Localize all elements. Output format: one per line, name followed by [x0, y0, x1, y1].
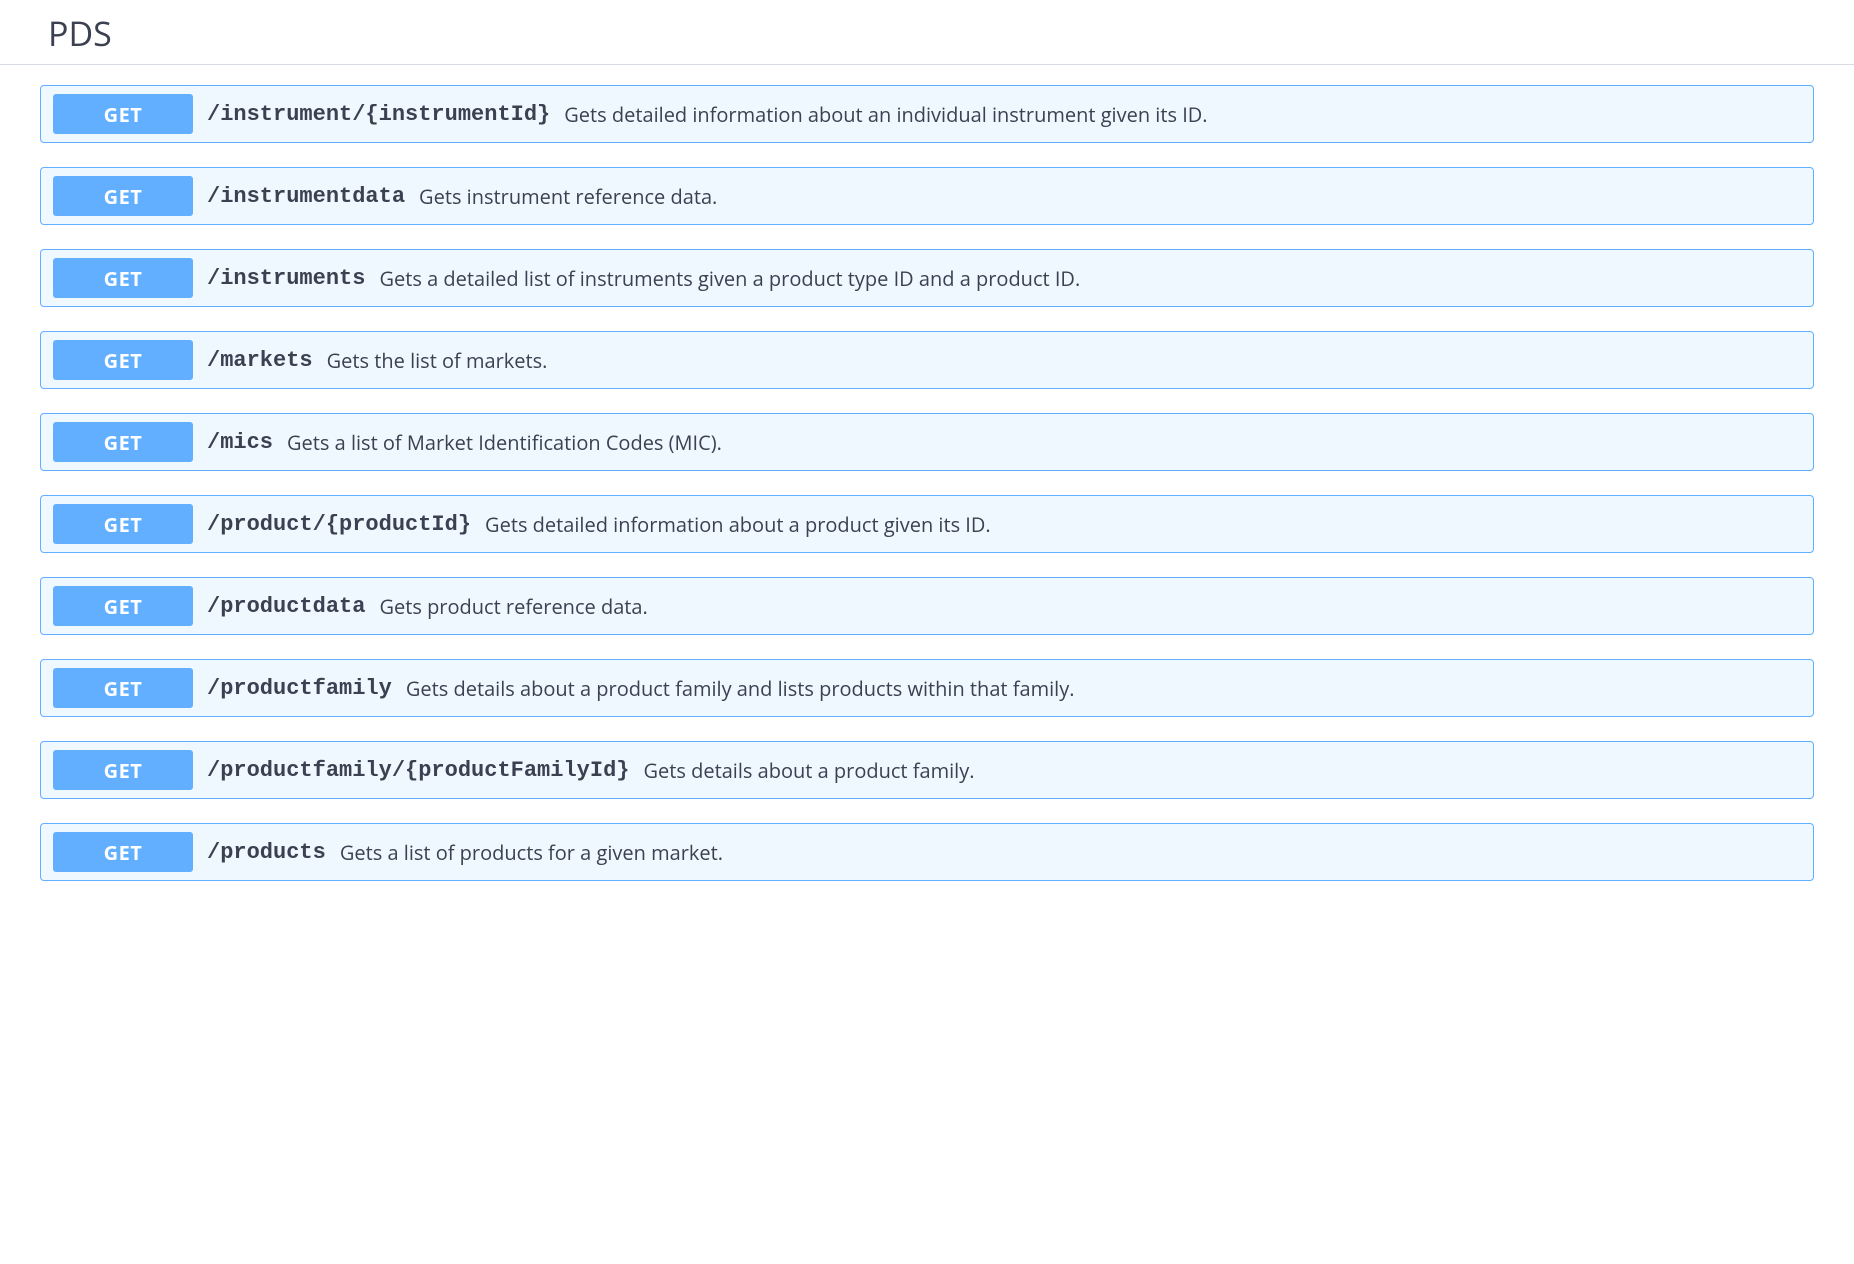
endpoint-path: /products — [207, 840, 326, 865]
endpoint-path: /productfamily — [207, 676, 392, 701]
endpoint-row[interactable]: GET /instrument/{instrumentId} Gets deta… — [40, 85, 1814, 143]
http-method-badge: GET — [53, 258, 193, 298]
http-method-badge: GET — [53, 832, 193, 872]
endpoint-list: GET /instrument/{instrumentId} Gets deta… — [0, 65, 1854, 925]
endpoint-row[interactable]: GET /productfamily/{productFamilyId} Get… — [40, 741, 1814, 799]
endpoint-path: /productdata — [207, 594, 365, 619]
endpoint-path: /mics — [207, 430, 273, 455]
endpoint-path: /markets — [207, 348, 313, 373]
http-method-badge: GET — [53, 176, 193, 216]
endpoint-row[interactable]: GET /markets Gets the list of markets. — [40, 331, 1814, 389]
endpoint-path: /instrumentdata — [207, 184, 405, 209]
endpoint-description: Gets details about a product family. — [643, 757, 974, 784]
endpoint-path: /product/{productId} — [207, 512, 471, 537]
http-method-badge: GET — [53, 750, 193, 790]
endpoint-path: /instruments — [207, 266, 365, 291]
http-method-badge: GET — [53, 94, 193, 134]
endpoint-path: /productfamily/{productFamilyId} — [207, 758, 629, 783]
endpoint-description: Gets product reference data. — [379, 593, 647, 620]
endpoint-path: /instrument/{instrumentId} — [207, 102, 550, 127]
endpoint-description: Gets a list of Market Identification Cod… — [287, 429, 722, 456]
endpoint-row[interactable]: GET /products Gets a list of products fo… — [40, 823, 1814, 881]
endpoint-row[interactable]: GET /mics Gets a list of Market Identifi… — [40, 413, 1814, 471]
endpoint-row[interactable]: GET /instrumentdata Gets instrument refe… — [40, 167, 1814, 225]
endpoint-description: Gets detailed information about a produc… — [485, 511, 991, 538]
endpoint-row[interactable]: GET /product/{productId} Gets detailed i… — [40, 495, 1814, 553]
http-method-badge: GET — [53, 668, 193, 708]
endpoint-description: Gets a list of products for a given mark… — [340, 839, 723, 866]
endpoint-row[interactable]: GET /instruments Gets a detailed list of… — [40, 249, 1814, 307]
endpoint-description: Gets detailed information about an indiv… — [564, 101, 1207, 128]
http-method-badge: GET — [53, 422, 193, 462]
section-title[interactable]: PDS — [0, 0, 1854, 65]
endpoint-description: Gets details about a product family and … — [406, 675, 1075, 702]
api-docs-page: PDS GET /instrument/{instrumentId} Gets … — [0, 0, 1854, 925]
http-method-badge: GET — [53, 586, 193, 626]
http-method-badge: GET — [53, 340, 193, 380]
endpoint-description: Gets instrument reference data. — [419, 183, 717, 210]
endpoint-row[interactable]: GET /productfamily Gets details about a … — [40, 659, 1814, 717]
endpoint-description: Gets the list of markets. — [327, 347, 548, 374]
http-method-badge: GET — [53, 504, 193, 544]
endpoint-row[interactable]: GET /productdata Gets product reference … — [40, 577, 1814, 635]
endpoint-description: Gets a detailed list of instruments give… — [379, 265, 1080, 292]
